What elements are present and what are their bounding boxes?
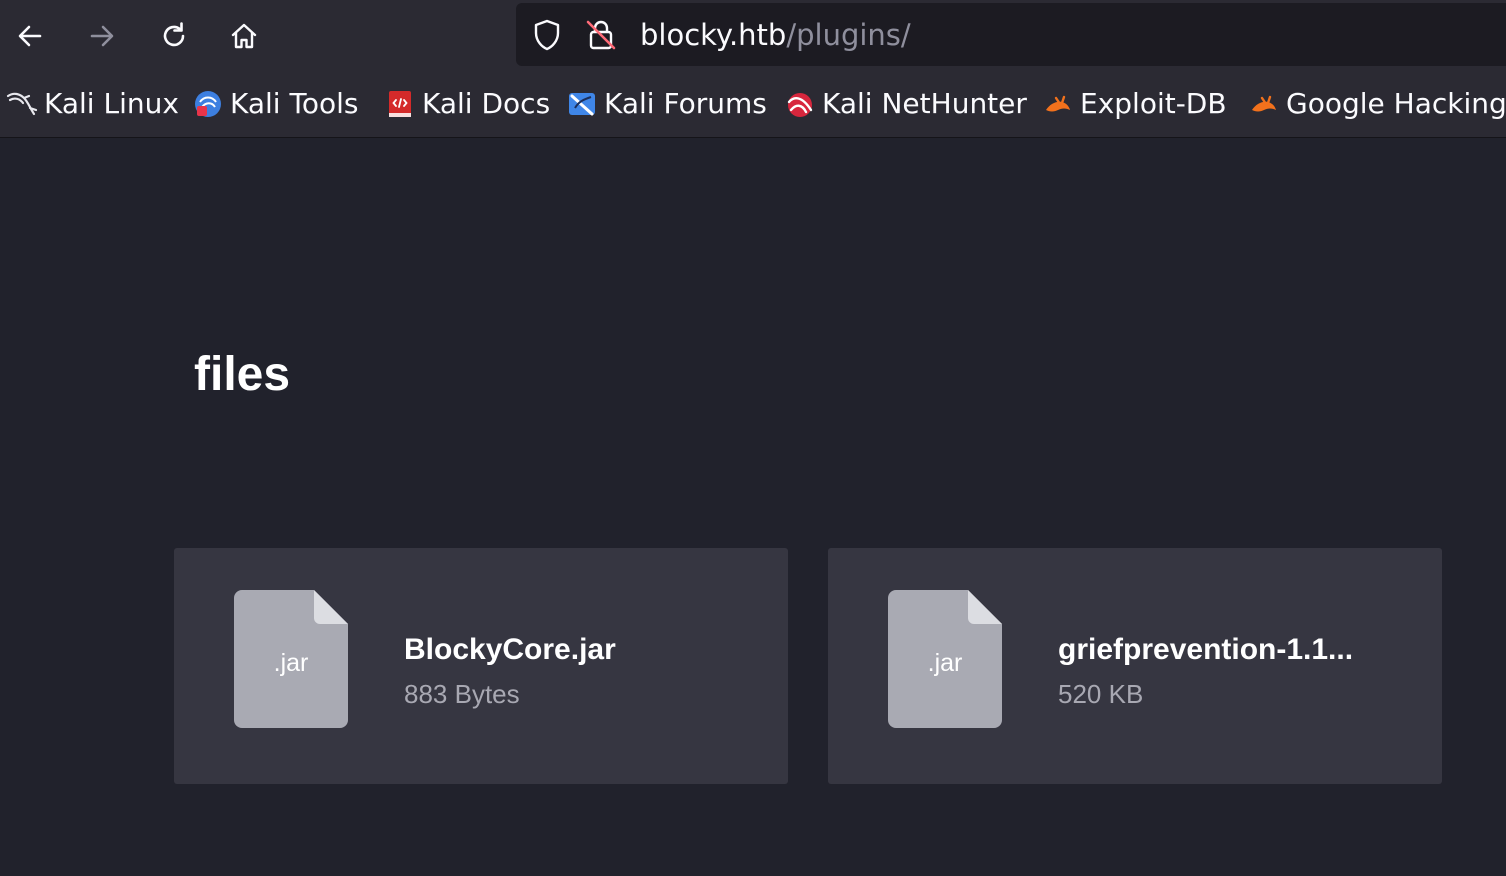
forward-button[interactable] [80, 14, 124, 58]
bookmarks-bar: Kali Linux Kali Tools Kali Docs Kali For… [0, 70, 1506, 138]
url-bar[interactable]: blocky.htb/plugins/ [516, 3, 1506, 66]
file-size: 883 Bytes [404, 679, 520, 709]
file-extension: .jar [273, 649, 309, 677]
bookmark-label: Google Hacking [1286, 87, 1506, 120]
bookmark-label: Kali Docs [422, 87, 551, 120]
url-path: /plugins/ [786, 18, 911, 52]
file-card[interactable]: .jar BlockyCore.jar 883 Bytes [174, 548, 788, 784]
file-size: 520 KB [1058, 679, 1144, 709]
back-button[interactable] [8, 14, 52, 58]
file-icon: .jar [888, 590, 1002, 728]
kali-nethunter-icon [784, 88, 816, 120]
kali-forums-icon [566, 88, 598, 120]
bookmark-label: Kali NetHunter [822, 87, 1027, 120]
kali-tools-icon [192, 88, 224, 120]
bookmark-exploit-db[interactable]: Exploit-DB [1042, 84, 1227, 124]
bookmark-kali-linux[interactable]: Kali Linux [6, 84, 179, 124]
bookmark-kali-tools[interactable]: Kali Tools [192, 84, 358, 124]
home-button[interactable] [222, 14, 266, 58]
file-name[interactable]: griefprevention-1.1... [1058, 632, 1353, 668]
bookmark-label: Kali Forums [604, 87, 767, 120]
reload-button[interactable] [152, 14, 196, 58]
tracking-shield-icon[interactable] [530, 18, 564, 52]
page-title: files [194, 348, 291, 401]
exploit-db-icon [1042, 88, 1074, 120]
bookmark-google-hacking[interactable]: Google Hacking [1248, 84, 1506, 124]
arrow-right-icon [90, 25, 114, 47]
bookmark-label: Exploit-DB [1080, 87, 1227, 120]
bookmark-kali-forums[interactable]: Kali Forums [566, 84, 767, 124]
arrow-left-icon [18, 25, 42, 47]
reload-icon [163, 22, 185, 47]
bookmark-label: Kali Linux [44, 87, 179, 120]
bookmark-kali-docs[interactable]: Kali Docs [384, 84, 550, 124]
file-card[interactable]: .jar griefprevention-1.1... 520 KB [828, 548, 1442, 784]
bookmark-kali-nethunter[interactable]: Kali NetHunter [784, 84, 1027, 124]
home-icon [231, 23, 257, 49]
browser-toolbar: blocky.htb/plugins/ [0, 0, 1506, 70]
insecure-lock-icon[interactable] [584, 18, 618, 52]
file-name[interactable]: BlockyCore.jar [404, 632, 616, 668]
url-host: blocky.htb [640, 18, 787, 52]
kali-docs-icon [384, 88, 416, 120]
file-extension: .jar [927, 649, 963, 677]
url-text[interactable]: blocky.htb/plugins/ [640, 16, 911, 54]
file-icon: .jar [234, 590, 348, 728]
google-hacking-icon [1248, 88, 1280, 120]
kali-dragon-icon [6, 88, 38, 120]
bookmark-label: Kali Tools [230, 87, 359, 120]
